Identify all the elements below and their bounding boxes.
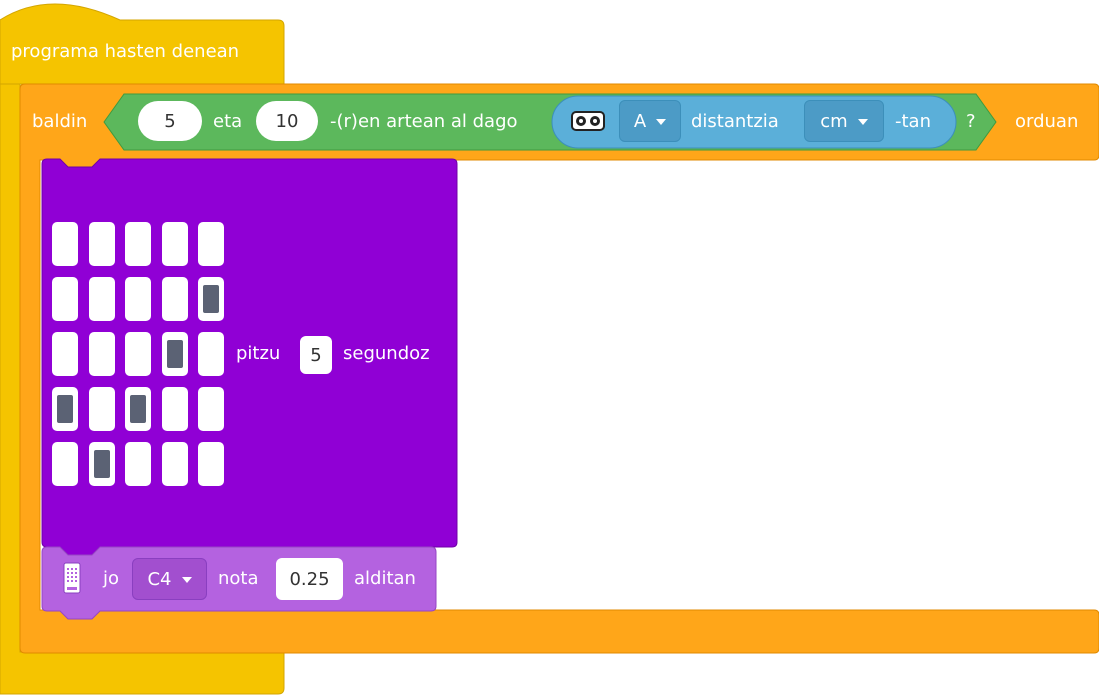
low-value-input[interactable]: 5 <box>138 101 202 141</box>
and-label: eta <box>213 111 243 132</box>
between-label: -(r)en artean al dago <box>330 111 518 132</box>
note-value: C4 <box>147 568 172 590</box>
note-dropdown[interactable]: C4 <box>132 558 207 600</box>
led-cell-r3-c5[interactable] <box>198 332 224 376</box>
led-cell-r5-c5[interactable] <box>198 442 224 486</box>
note-label: nota <box>218 568 259 589</box>
port-value: A <box>633 110 647 132</box>
led-cell-r3-c1[interactable] <box>52 332 78 376</box>
led-cell-r4-c3[interactable] <box>125 387 151 431</box>
question-label: ? <box>966 111 976 132</box>
chevron-down-icon <box>656 119 667 125</box>
chevron-down-icon <box>181 577 192 583</box>
led-cell-r4-c5[interactable] <box>198 387 224 431</box>
led-cell-r5-c3[interactable] <box>125 442 151 486</box>
if-label: baldin <box>32 111 88 132</box>
led-cell-r4-c1[interactable] <box>52 387 78 431</box>
play-label: jo <box>103 568 120 589</box>
hat-label: programa hasten denean <box>11 41 240 62</box>
led-cell-r5-c1[interactable] <box>52 442 78 486</box>
led-cell-r2-c1[interactable] <box>52 277 78 321</box>
led-cell-r2-c5[interactable] <box>198 277 224 321</box>
led-cell-r1-c2[interactable] <box>89 222 115 266</box>
led-cell-r2-c4[interactable] <box>162 277 188 321</box>
unit-dropdown[interactable]: cm <box>804 100 884 142</box>
led-cell-r1-c3[interactable] <box>125 222 151 266</box>
microbit-icon <box>63 562 81 594</box>
duration-input[interactable]: 0.25 <box>276 558 343 600</box>
port-dropdown[interactable]: A <box>619 100 681 142</box>
seconds-input[interactable]: 5 <box>300 336 332 374</box>
led-cell-r2-c2[interactable] <box>89 277 115 321</box>
led-cell-r3-c4[interactable] <box>162 332 188 376</box>
then-label: orduan <box>1015 111 1079 132</box>
led-cell-r3-c2[interactable] <box>89 332 115 376</box>
led-cell-r1-c4[interactable] <box>162 222 188 266</box>
led-cell-r5-c4[interactable] <box>162 442 188 486</box>
unit-suffix-label: -tan <box>895 111 931 132</box>
times-label: alditan <box>354 568 416 589</box>
distance-label: distantzia <box>691 111 779 132</box>
led-cell-r4-c2[interactable] <box>89 387 115 431</box>
led-cell-r1-c5[interactable] <box>198 222 224 266</box>
led-matrix[interactable] <box>52 222 232 486</box>
light-label: pitzu <box>236 343 281 364</box>
led-cell-r5-c2[interactable] <box>89 442 115 486</box>
unit-value: cm <box>820 110 848 132</box>
ultrasonic-sensor-icon <box>571 110 605 132</box>
seconds-label: segundoz <box>343 343 430 364</box>
led-cell-r4-c4[interactable] <box>162 387 188 431</box>
chevron-down-icon <box>857 119 868 125</box>
led-cell-r1-c1[interactable] <box>52 222 78 266</box>
led-cell-r2-c3[interactable] <box>125 277 151 321</box>
led-cell-r3-c3[interactable] <box>125 332 151 376</box>
high-value-input[interactable]: 10 <box>256 101 318 141</box>
